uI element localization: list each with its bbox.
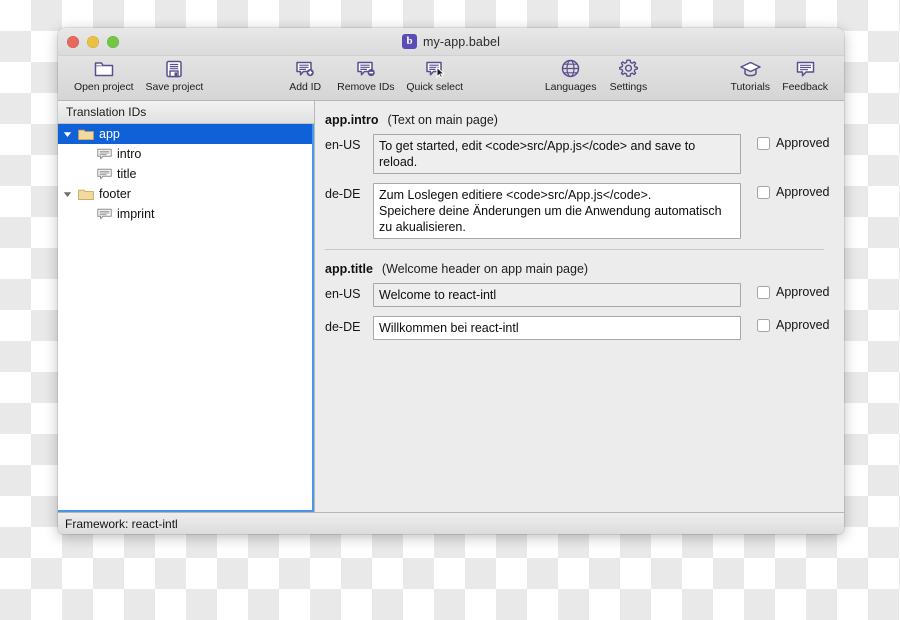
approved-checkbox[interactable] <box>757 286 770 299</box>
tree-item-label: app <box>99 127 120 141</box>
tree-item-title[interactable]: title <box>58 164 312 184</box>
translation-input[interactable]: To get started, edit <code>src/App.js</c… <box>373 134 741 174</box>
entry-id: app.intro <box>325 113 379 127</box>
tree-item-label: intro <box>117 147 142 161</box>
status-bar: Framework: react-intl <box>58 512 844 534</box>
speech-bubble-icon <box>795 57 816 80</box>
quick-select-label: Quick select <box>406 81 464 93</box>
babel-icon: b <box>402 34 418 49</box>
speech-bubble-plus-icon <box>294 57 316 80</box>
folder-icon <box>76 188 96 201</box>
tutorials-label: Tutorials <box>730 81 770 93</box>
settings-button[interactable]: Settings <box>602 57 654 93</box>
speech-bubble-cursor-icon <box>424 57 446 80</box>
translation-row: en-US Welcome to react-intl Approved <box>323 283 830 307</box>
entry-description: (Welcome header on app main page) <box>381 262 589 276</box>
graduation-cap-icon <box>739 57 762 80</box>
quick-select-button[interactable]: Quick select <box>400 57 469 93</box>
approved-label: Approved <box>776 318 830 332</box>
open-project-button[interactable]: Open project <box>68 57 140 93</box>
translation-input[interactable]: Welcome to react-intl <box>373 283 741 307</box>
entry-divider <box>325 249 824 250</box>
tree-item-label: imprint <box>117 207 155 221</box>
tree-item-intro[interactable]: intro <box>58 144 312 164</box>
save-project-label: Save project <box>145 81 204 93</box>
floppy-disk-save-icon <box>164 57 184 80</box>
translation-input[interactable]: Zum Loslegen editiere <code>src/App.js</… <box>373 183 741 239</box>
entry-header: app.title (Welcome header on app main pa… <box>325 262 830 276</box>
languages-button[interactable]: Languages <box>539 57 603 93</box>
remove-ids-button[interactable]: Remove IDs <box>331 57 400 93</box>
open-folder-icon <box>93 57 115 80</box>
feedback-label: Feedback <box>782 81 828 93</box>
entry-id: app.title <box>325 262 373 276</box>
minimize-button[interactable] <box>87 35 99 48</box>
entry-description: (Text on main page) <box>387 113 498 127</box>
open-project-label: Open project <box>74 81 134 93</box>
entry-header: app.intro (Text on main page) <box>325 113 830 127</box>
translation-row: de-DE Zum Loslegen editiere <code>src/Ap… <box>323 183 830 239</box>
sidebar-header-label: Translation IDs <box>66 105 147 119</box>
window-controls <box>67 35 119 48</box>
locale-label: de-DE <box>325 320 361 334</box>
toolbar-group-ids: Add ID Remove IDs Quick select <box>279 57 469 93</box>
locale-label: en-US <box>325 287 361 301</box>
translation-id-tree[interactable]: app intro title footer imprint <box>58 124 314 512</box>
content-area: Translation IDs app intro title footer i… <box>58 101 844 512</box>
approved-checkbox[interactable] <box>757 319 770 332</box>
chevron-down-icon[interactable] <box>58 130 76 139</box>
translation-editor-panel: app.intro (Text on main page) en-US To g… <box>315 101 844 512</box>
tree-item-label: title <box>117 167 137 181</box>
window-title-group: b my-app.babel <box>58 28 844 55</box>
locale-label: de-DE <box>325 187 361 201</box>
speech-bubble-icon <box>94 208 114 221</box>
approved-label: Approved <box>776 136 830 150</box>
translation-row: de-DE Willkommen bei react-intl Approved <box>323 316 830 340</box>
speech-bubble-icon <box>94 148 114 161</box>
toolbar-group-file: Open project Save project <box>68 57 209 93</box>
speech-bubble-minus-icon <box>355 57 377 80</box>
sidebar-header: Translation IDs <box>58 101 314 124</box>
gear-icon <box>618 57 639 80</box>
add-id-label: Add ID <box>289 81 322 93</box>
toolbar-group-help: Tutorials Feedback <box>724 57 834 93</box>
translation-entry: app.intro (Text on main page) en-US To g… <box>323 113 830 239</box>
toolbar-group-config: Languages Settings <box>539 57 655 93</box>
tree-item-imprint[interactable]: imprint <box>58 204 312 224</box>
approved-control[interactable]: Approved <box>757 183 830 199</box>
locale-label: en-US <box>325 138 361 152</box>
zoom-button[interactable] <box>107 35 119 48</box>
tree-item-label: footer <box>99 187 131 201</box>
title-bar: b my-app.babel <box>58 28 844 56</box>
approved-label: Approved <box>776 285 830 299</box>
close-button[interactable] <box>67 35 79 48</box>
add-id-button[interactable]: Add ID <box>279 57 331 93</box>
window-title: my-app.babel <box>423 34 500 49</box>
approved-control[interactable]: Approved <box>757 283 830 299</box>
languages-label: Languages <box>544 81 597 93</box>
folder-icon <box>76 128 96 141</box>
status-text: Framework: react-intl <box>65 516 178 531</box>
save-project-button[interactable]: Save project <box>140 57 210 93</box>
tree-item-app[interactable]: app <box>58 124 312 144</box>
translation-entry: app.title (Welcome header on app main pa… <box>323 262 830 340</box>
app-window: b my-app.babel Open project Save project… <box>58 28 844 534</box>
tutorials-button[interactable]: Tutorials <box>724 57 776 93</box>
chevron-down-icon[interactable] <box>58 190 76 199</box>
toolbar: Open project Save project Add ID Remove … <box>58 56 844 101</box>
approved-label: Approved <box>776 185 830 199</box>
sidebar: Translation IDs app intro title footer i… <box>58 101 315 512</box>
approved-control[interactable]: Approved <box>757 134 830 150</box>
translation-input[interactable]: Willkommen bei react-intl <box>373 316 741 340</box>
approved-checkbox[interactable] <box>757 137 770 150</box>
approved-checkbox[interactable] <box>757 186 770 199</box>
feedback-button[interactable]: Feedback <box>776 57 834 93</box>
speech-bubble-icon <box>94 168 114 181</box>
approved-control[interactable]: Approved <box>757 316 830 332</box>
globe-icon <box>560 57 581 80</box>
settings-label: Settings <box>609 81 648 93</box>
tree-item-footer[interactable]: footer <box>58 184 312 204</box>
translation-row: en-US To get started, edit <code>src/App… <box>323 134 830 174</box>
remove-ids-label: Remove IDs <box>337 81 395 93</box>
